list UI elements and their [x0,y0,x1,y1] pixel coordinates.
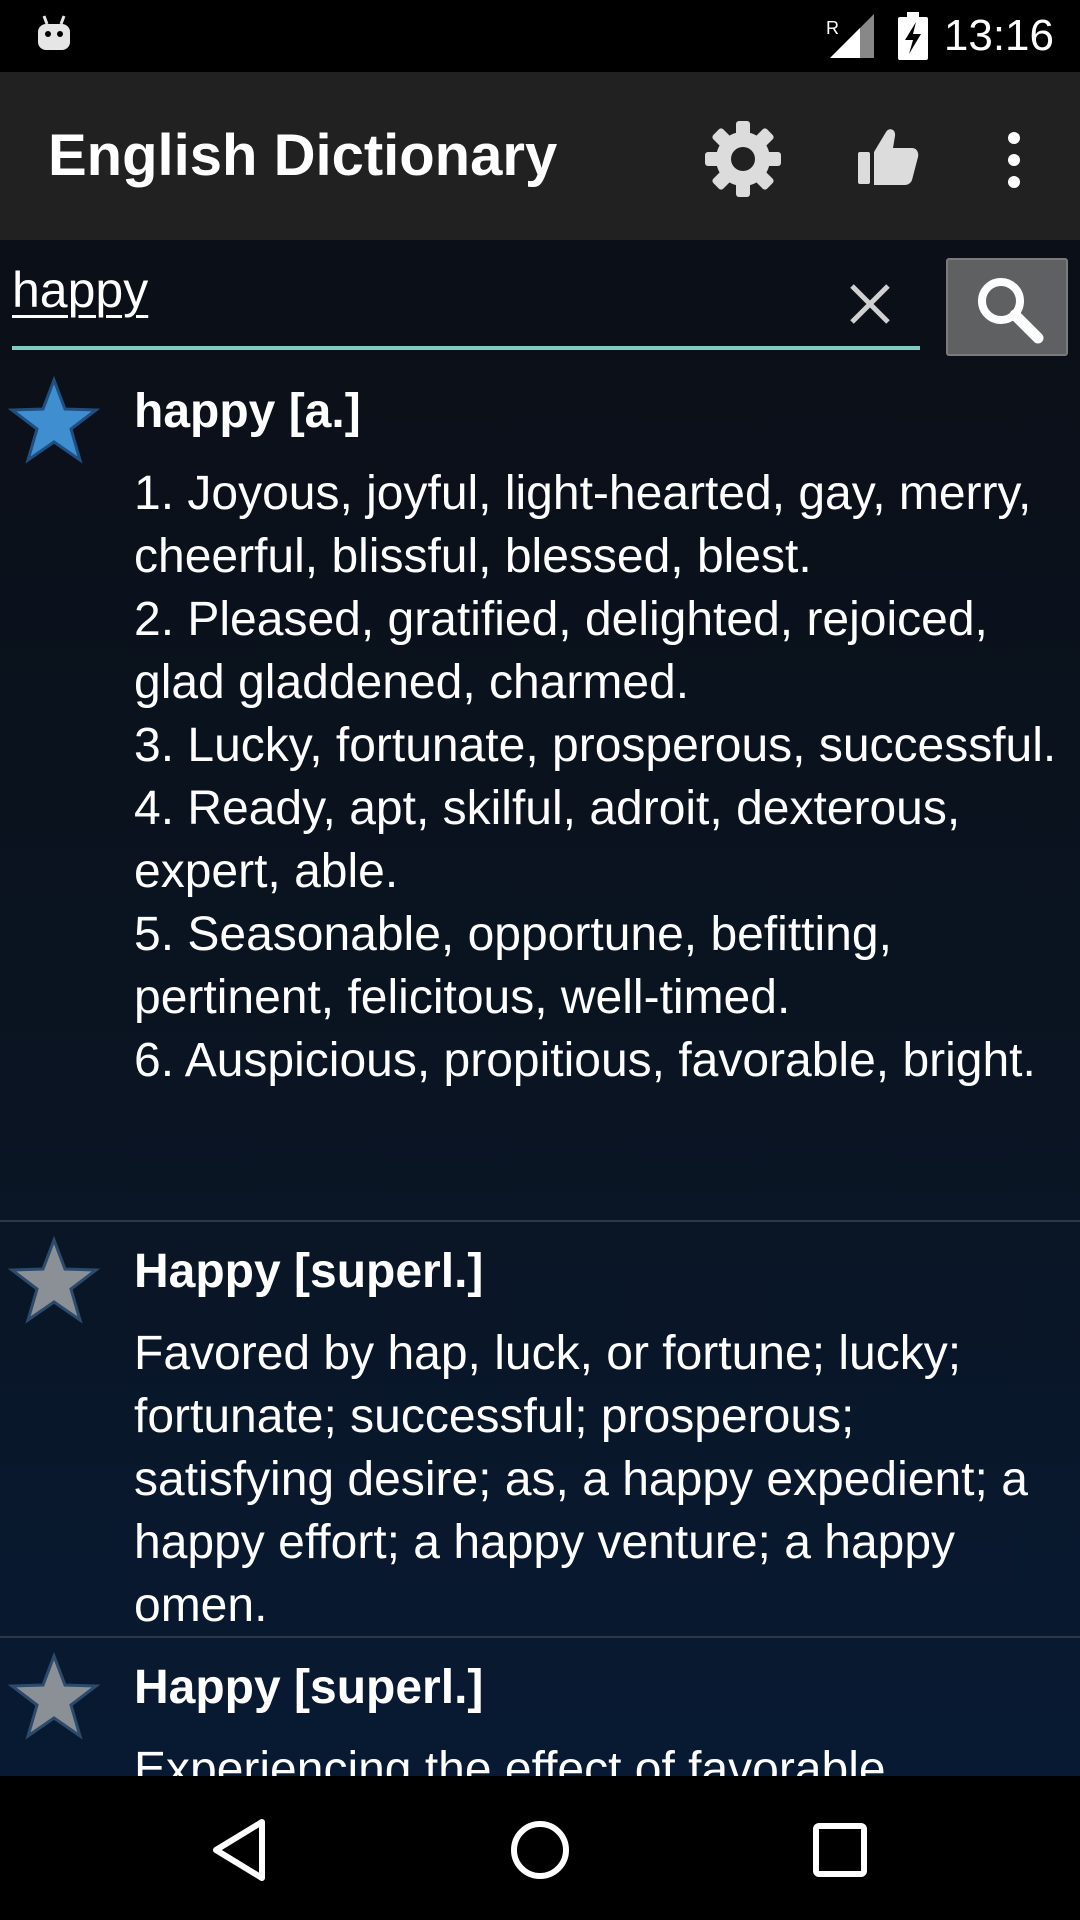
entry-headword: happy [a.] [134,385,361,438]
app-title: English Dictionary [48,123,558,188]
battery-charging-icon [898,12,928,60]
overflow-menu-icon[interactable] [998,128,1030,192]
entry-definition: Favored by hap, luck, or fortune; lucky;… [134,1327,1028,1632]
search-icon [978,278,1044,344]
star-icon[interactable] [8,1652,100,1742]
list-item[interactable]: happy [a.] 1. Joyous, joyful, light-hear… [0,362,1080,1222]
close-icon[interactable] [846,280,894,328]
entry-headword: Happy [superl.] [134,1661,484,1714]
star-icon[interactable] [8,376,100,466]
status-clock: 13:16 [943,11,1054,60]
android-icon [38,15,70,50]
entry-definition: 1. Joyous, joyful, light-hearted, gay, m… [134,467,1057,1087]
search-input[interactable]: happy [12,260,920,320]
app-bar: English Dictionary [0,72,1080,240]
thumbs-up-icon[interactable] [856,124,920,188]
search-underline [12,346,920,350]
gear-icon[interactable] [704,120,782,198]
main-content: happy happy [a.] 1. Joyous, joyful, ligh… [0,240,1080,1776]
status-bar: R 13:16 [0,0,1080,72]
entry-definition: Experiencing the effect of favorable [134,1743,886,1776]
search-bar: happy [0,240,1080,360]
search-button[interactable] [946,258,1068,356]
home-icon[interactable] [500,1810,580,1890]
entry-headword: Happy [superl.] [134,1245,484,1298]
navigation-bar [0,1776,1080,1920]
star-icon[interactable] [8,1236,100,1326]
list-item[interactable]: Happy [superl.] Favored by hap, luck, or… [0,1222,1080,1638]
list-item[interactable]: Happy [superl.] Experiencing the effect … [0,1638,1080,1776]
back-icon[interactable] [200,1810,280,1890]
results-list: happy [a.] 1. Joyous, joyful, light-hear… [0,362,1080,1776]
svg-text:R: R [826,18,839,38]
recents-icon[interactable] [800,1810,880,1890]
signal-icon: R [826,14,874,58]
